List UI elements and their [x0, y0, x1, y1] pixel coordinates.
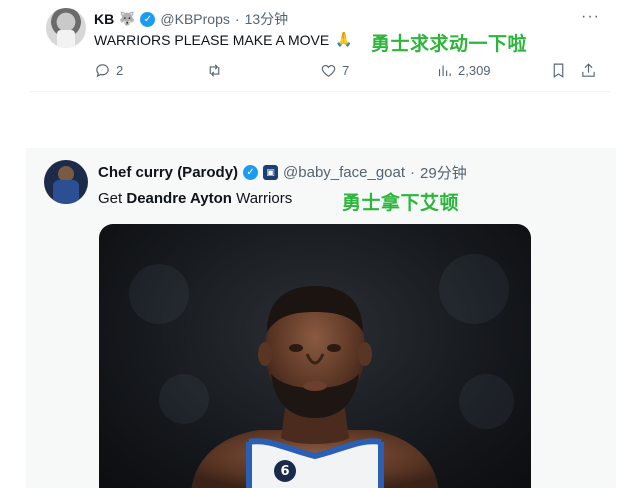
- tweet-baby-face-goat[interactable]: Chef curry (Parody) ✓ ▣ @baby_face_goat …: [26, 148, 616, 488]
- retweet-button[interactable]: [206, 62, 223, 79]
- tweet-actions: 2 7 2,309: [94, 62, 604, 82]
- views-icon: [438, 65, 451, 77]
- tweet-text-bold[interactable]: Deandre Ayton: [126, 190, 232, 207]
- avatar[interactable]: [46, 8, 86, 48]
- verified-badge-icon: ✓: [140, 11, 156, 27]
- tweet-text: Get Deandre Ayton Warriors: [98, 190, 292, 207]
- view-count: 2,309: [458, 63, 491, 78]
- tweet-media-image[interactable]: 6: [99, 224, 531, 488]
- bookmark-icon: [553, 63, 564, 78]
- wolf-emoji-icon: 🐺: [119, 11, 136, 26]
- tweet-text-pre: Get: [98, 190, 127, 207]
- timestamp[interactable]: 13分钟: [245, 9, 289, 29]
- bookmark-button[interactable]: [550, 62, 567, 79]
- handle[interactable]: @baby_face_goat: [283, 164, 405, 181]
- separator-dot: ·: [410, 164, 416, 181]
- handle[interactable]: @KBProps: [160, 11, 229, 27]
- like-count: 7: [342, 63, 350, 78]
- chinese-caption: 勇士求求动一下啦: [371, 33, 528, 55]
- basketball-player-photo: [191, 286, 439, 488]
- share-icon: [582, 63, 595, 77]
- tweet-kbprops[interactable]: KB 🐺 ✓ @KBProps · 13分钟 ··· WARRIORS PLEA…: [30, 0, 610, 92]
- views-button[interactable]: 2,309: [436, 62, 491, 79]
- avatar[interactable]: [44, 160, 88, 204]
- display-name[interactable]: Chef curry (Parody): [98, 164, 238, 181]
- jersey-number: 6: [274, 460, 296, 482]
- tweet-header: KB 🐺 ✓ @KBProps · 13分钟: [94, 10, 288, 28]
- tweet-text: WARRIORS PLEASE MAKE A MOVE 🙏: [94, 31, 353, 48]
- retweet-icon: [209, 64, 220, 77]
- verified-badge-icon: ✓: [243, 165, 259, 180]
- share-button[interactable]: [580, 62, 597, 79]
- reply-count: 2: [116, 63, 124, 78]
- separator-dot: ·: [234, 11, 240, 27]
- reply-icon: [96, 64, 109, 78]
- display-name[interactable]: KB: [94, 11, 114, 27]
- tweet-text-post: Warriors: [231, 190, 293, 207]
- team-badge-icon: ▣: [263, 165, 279, 180]
- more-icon[interactable]: ···: [581, 8, 600, 26]
- like-button[interactable]: 7: [320, 62, 349, 79]
- chinese-caption: 勇士拿下艾顿: [342, 192, 460, 214]
- tweet-text-body: WARRIORS PLEASE MAKE A MOVE: [94, 31, 330, 48]
- like-icon: [321, 64, 336, 77]
- tweet-header: Chef curry (Parody) ✓ ▣ @baby_face_goat …: [98, 162, 467, 183]
- timestamp[interactable]: 29分钟: [420, 162, 467, 183]
- reply-button[interactable]: 2: [94, 62, 123, 79]
- pray-emoji-icon: 🙏: [335, 31, 353, 47]
